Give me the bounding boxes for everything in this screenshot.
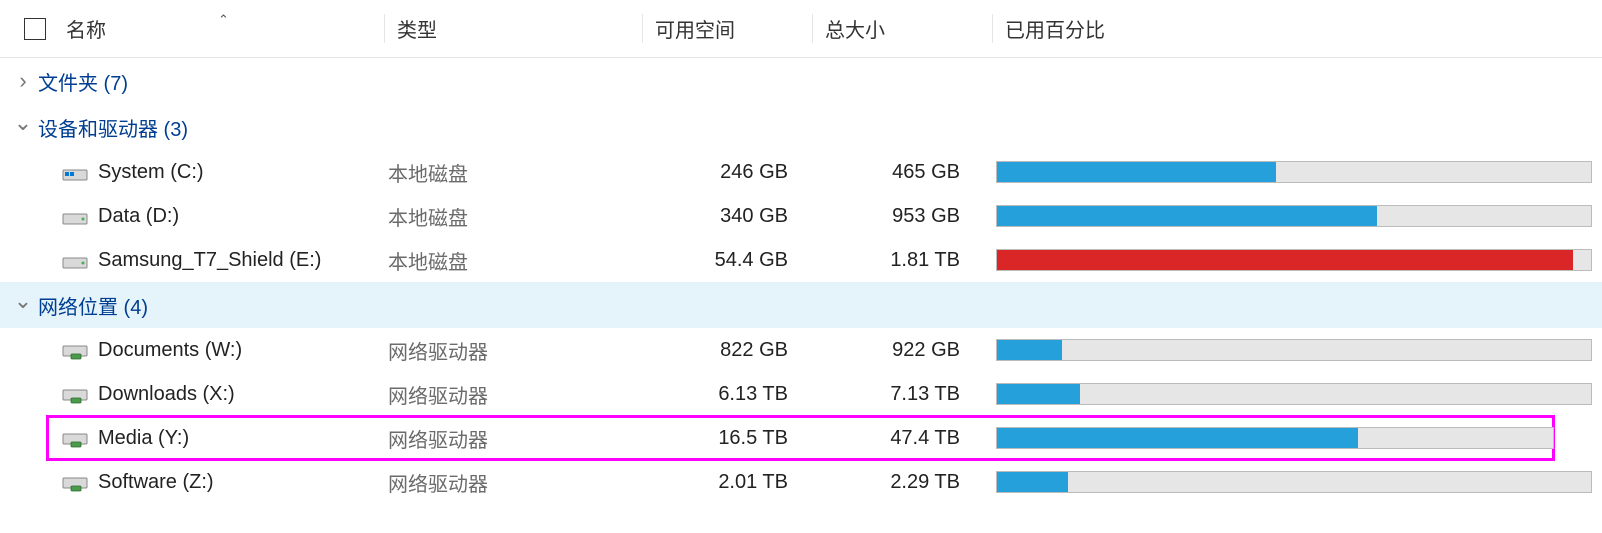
drive-total-size: 465 GB (816, 161, 996, 184)
drive-usage-cell (996, 205, 1602, 227)
group-label: 网络位置 (4) (38, 291, 148, 320)
usage-bar (996, 249, 1592, 271)
sort-ascending-icon: ⌃ (218, 12, 229, 28)
chevron-down-icon[interactable] (14, 123, 32, 131)
usage-bar-fill (997, 340, 1062, 360)
drive-total-size: 1.81 TB (816, 249, 996, 272)
drive-type: 本地磁盘 (388, 202, 646, 231)
drive-name: Downloads (X:) (98, 383, 388, 406)
drive-total-size: 953 GB (816, 205, 996, 228)
drive-type: 本地磁盘 (388, 158, 646, 187)
drive-type: 本地磁盘 (388, 246, 646, 275)
drive-free-space: 246 GB (646, 161, 816, 184)
column-header-row: 名称 ⌃ 类型 可用空间 总大小 已用百分比 (0, 0, 1602, 58)
column-header-name[interactable]: 名称 ⌃ (66, 14, 384, 43)
column-header-total-size[interactable]: 总大小 (812, 14, 992, 43)
usage-bar (996, 383, 1592, 405)
usage-bar (996, 427, 1554, 449)
network-drive-icon (62, 428, 88, 448)
drive-row[interactable]: Downloads (X:)网络驱动器6.13 TB7.13 TB (0, 372, 1602, 416)
drive-name: System (C:) (98, 161, 388, 184)
drive-type: 网络驱动器 (388, 424, 646, 453)
network-drive-icon (62, 472, 88, 492)
usage-bar (996, 205, 1592, 227)
local-drive-icon (62, 206, 88, 226)
drive-type: 网络驱动器 (388, 380, 646, 409)
drive-name: Samsung_T7_Shield (E:) (98, 249, 388, 272)
group-label: 设备和驱动器 (3) (38, 113, 188, 142)
drive-type: 网络驱动器 (388, 468, 646, 497)
group-header-folders[interactable]: 文件夹 (7) (0, 58, 1602, 104)
drive-type: 网络驱动器 (388, 336, 646, 365)
drive-free-space: 340 GB (646, 205, 816, 228)
drive-usage-cell (996, 427, 1554, 449)
group-header-devices[interactable]: 设备和驱动器 (3) (0, 104, 1602, 150)
drive-free-space: 16.5 TB (646, 427, 816, 450)
column-header-free-space[interactable]: 可用空间 (642, 14, 812, 43)
drive-row[interactable]: Media (Y:)网络驱动器16.5 TB47.4 TB (47, 416, 1554, 460)
usage-bar (996, 161, 1592, 183)
drive-usage-cell (996, 339, 1602, 361)
column-header-type[interactable]: 类型 (384, 14, 642, 43)
usage-bar (996, 471, 1592, 493)
drive-usage-cell (996, 249, 1602, 271)
usage-bar-fill (997, 428, 1358, 448)
group-label: 文件夹 (7) (38, 67, 128, 96)
local-drive-icon (62, 250, 88, 270)
drive-usage-cell (996, 471, 1602, 493)
drive-free-space: 822 GB (646, 339, 816, 362)
drive-row[interactable]: System (C:)本地磁盘246 GB465 GB (0, 150, 1602, 194)
usage-bar-fill (997, 472, 1068, 492)
usage-bar-fill (997, 206, 1377, 226)
network-drive-icon (62, 340, 88, 360)
drive-total-size: 7.13 TB (816, 383, 996, 406)
network-drive-icon (62, 384, 88, 404)
select-all-checkbox[interactable] (24, 18, 46, 40)
drive-name: Data (D:) (98, 205, 388, 228)
chevron-down-icon[interactable] (14, 301, 32, 309)
usage-bar-fill (997, 384, 1080, 404)
column-header-usage[interactable]: 已用百分比 (992, 14, 1602, 43)
drive-row[interactable]: Software (Z:)网络驱动器2.01 TB2.29 TB (0, 460, 1602, 504)
drive-free-space: 2.01 TB (646, 471, 816, 494)
drive-name: Software (Z:) (98, 471, 388, 494)
drive-row[interactable]: Documents (W:)网络驱动器822 GB922 GB (0, 328, 1602, 372)
drive-name: Documents (W:) (98, 339, 388, 362)
usage-bar-fill (997, 162, 1276, 182)
drive-free-space: 6.13 TB (646, 383, 816, 406)
drive-free-space: 54.4 GB (646, 249, 816, 272)
drive-row[interactable]: Data (D:)本地磁盘340 GB953 GB (0, 194, 1602, 238)
drive-total-size: 2.29 TB (816, 471, 996, 494)
usage-bar-fill (997, 250, 1573, 270)
drive-usage-cell (996, 383, 1602, 405)
drive-row[interactable]: Samsung_T7_Shield (E:)本地磁盘54.4 GB1.81 TB (0, 238, 1602, 282)
chevron-right-icon[interactable] (14, 74, 32, 88)
local-drive-icon (62, 162, 88, 182)
usage-bar (996, 339, 1592, 361)
drive-total-size: 47.4 TB (816, 427, 996, 450)
drive-total-size: 922 GB (816, 339, 996, 362)
drive-usage-cell (996, 161, 1602, 183)
drive-name: Media (Y:) (98, 427, 388, 450)
column-header-name-label: 名称 (66, 20, 106, 42)
group-header-network[interactable]: 网络位置 (4) (0, 282, 1602, 328)
